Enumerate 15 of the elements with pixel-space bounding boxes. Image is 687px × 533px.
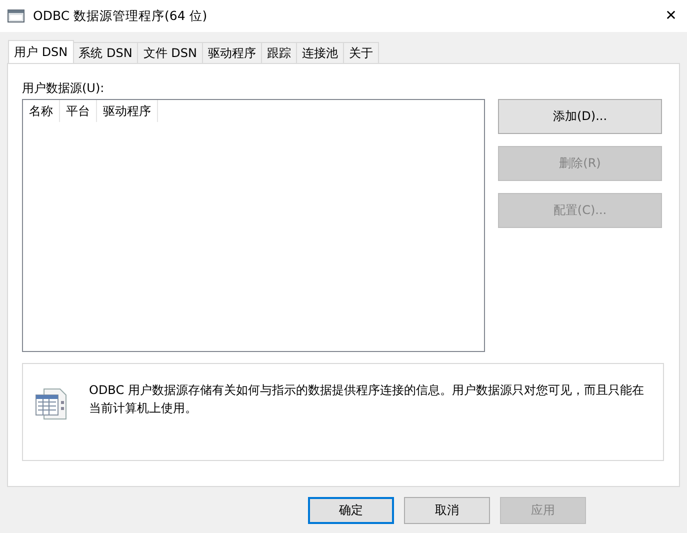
list-label: 用户数据源(U): xyxy=(22,80,106,97)
data-source-list[interactable]: 名称 平台 驱动程序 xyxy=(22,99,485,352)
window-icon xyxy=(7,9,25,23)
action-button[interactable]: 添加(D)... xyxy=(498,99,662,134)
column-header[interactable]: 驱动程序 xyxy=(97,100,158,122)
info-text: ODBC 用户数据源存储有关如何与指示的数据提供程序连接的信息。用户数据源只对您可见，而且只能在当前计算机上使用。 xyxy=(89,382,645,417)
table-icon xyxy=(34,387,68,421)
window-title: ODBC 数据源管理程序(64 位) xyxy=(33,8,208,24)
dialog-button[interactable]: 取消 xyxy=(404,497,490,524)
tab[interactable]: 关于 xyxy=(342,42,379,63)
column-header[interactable]: 名称 xyxy=(23,100,60,122)
dialog-button[interactable]: 确定 xyxy=(308,497,394,524)
tab[interactable]: 用户 DSN xyxy=(8,40,74,63)
close-button[interactable]: ✕ xyxy=(659,8,683,24)
column-header[interactable]: 平台 xyxy=(60,100,97,122)
